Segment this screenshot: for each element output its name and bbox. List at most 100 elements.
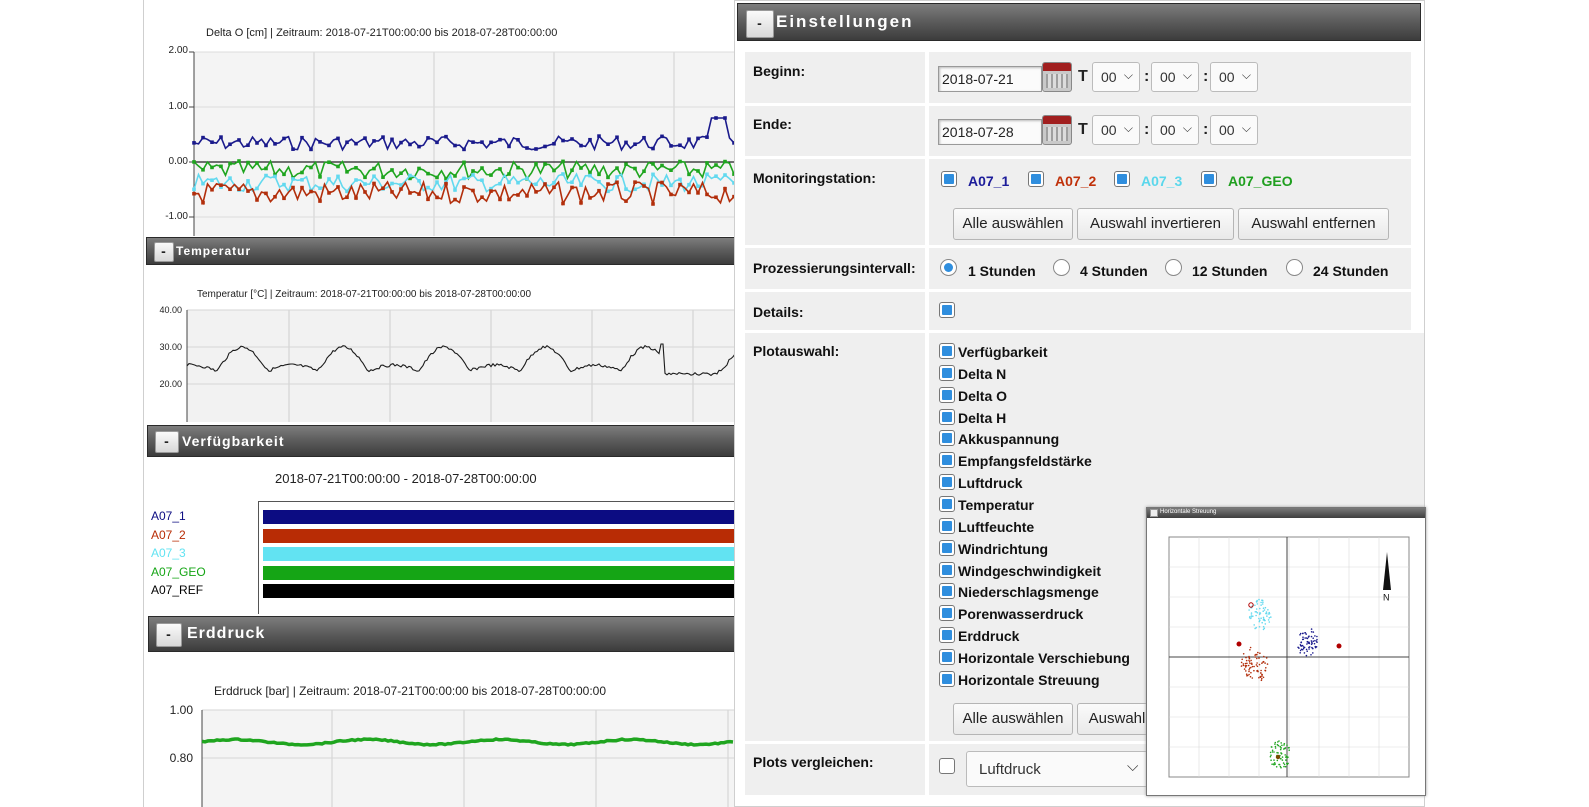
beginn-hour-select[interactable]: 00 ⌵ xyxy=(1092,62,1140,92)
plot-checkbox[interactable] xyxy=(939,648,955,665)
details-checkbox[interactable] xyxy=(939,302,955,318)
plot-checkbox[interactable] xyxy=(939,386,955,403)
data-point xyxy=(255,198,259,202)
temperatur-collapse-button[interactable]: - xyxy=(154,242,174,262)
data-point xyxy=(615,135,619,140)
intervall-radio-24[interactable] xyxy=(1286,259,1303,276)
clear-stations-button[interactable]: Auswahl entfernen xyxy=(1238,208,1389,240)
scatter-point xyxy=(1270,616,1272,618)
plot-checkbox[interactable] xyxy=(939,583,955,600)
plot-checkbox[interactable] xyxy=(939,408,955,425)
data-point xyxy=(624,162,628,167)
data-point xyxy=(417,192,421,196)
row-plotauswahl-label-cell xyxy=(745,333,925,741)
data-point xyxy=(480,140,484,144)
scatter-point xyxy=(1310,654,1312,656)
data-point xyxy=(678,177,682,182)
scatter-point xyxy=(1276,751,1278,754)
plot-checkbox[interactable] xyxy=(939,670,955,687)
data-point xyxy=(201,135,205,140)
plot-checkbox[interactable] xyxy=(939,364,955,381)
data-point xyxy=(687,182,691,187)
data-point xyxy=(309,189,313,194)
availability-bar xyxy=(263,584,735,598)
outlier-point xyxy=(1336,643,1342,649)
data-point xyxy=(219,164,223,169)
station-checkbox-a07-2[interactable] xyxy=(1028,171,1044,187)
vergleichen-select[interactable]: Luftdruck ⌵ xyxy=(966,751,1150,787)
beginn-minute-select[interactable]: 00 ⌵ xyxy=(1151,62,1199,92)
temperatur-panel-header[interactable]: - Temperatur xyxy=(146,237,735,265)
ende-date-input[interactable] xyxy=(938,119,1042,145)
data-point xyxy=(597,134,601,138)
data-point xyxy=(498,181,502,186)
scatter-point xyxy=(1245,659,1248,662)
vergleichen-checkbox[interactable] xyxy=(939,758,955,774)
plot-checkbox[interactable] xyxy=(939,627,955,644)
invert-stations-button[interactable]: Auswahl invertieren xyxy=(1077,208,1234,240)
data-point xyxy=(723,116,727,120)
data-point xyxy=(372,174,376,179)
data-point xyxy=(579,143,583,148)
intervall-radio-4[interactable] xyxy=(1053,259,1070,276)
station-checkbox-a07-geo[interactable] xyxy=(1201,171,1217,187)
erddruck-collapse-button[interactable]: - xyxy=(156,623,182,647)
beginn-date-input[interactable] xyxy=(938,66,1042,92)
data-point xyxy=(678,182,682,187)
data-point xyxy=(300,135,304,140)
beginn-second-select[interactable]: 00 ⌵ xyxy=(1210,62,1258,92)
data-point xyxy=(714,163,718,167)
plot-item-label: Temperatur xyxy=(958,496,1034,513)
scatter-point xyxy=(1265,657,1268,659)
data-point xyxy=(471,173,475,177)
scatter-point xyxy=(1253,665,1255,668)
erddruck-panel-header[interactable]: - Erddruck xyxy=(148,616,735,652)
plot-checkbox[interactable] xyxy=(939,539,955,556)
data-point xyxy=(219,135,223,139)
streuung-collapse-button[interactable] xyxy=(1150,509,1158,517)
plot-checkbox[interactable] xyxy=(939,430,955,447)
availability-bar xyxy=(263,565,735,580)
data-point xyxy=(705,161,709,165)
plot-checkbox[interactable] xyxy=(939,452,955,469)
beginn-calendar-icon[interactable] xyxy=(1042,62,1072,92)
streuung-popup-header[interactable]: Horizontale Streuung xyxy=(1147,508,1425,518)
data-point xyxy=(534,147,538,151)
plot-item-label: Luftdruck xyxy=(958,475,1023,492)
plot-checkbox[interactable] xyxy=(939,343,955,359)
scatter-point xyxy=(1304,637,1306,639)
settings-panel-header[interactable]: - Einstellungen xyxy=(737,3,1421,41)
data-point xyxy=(687,190,691,195)
scatter-point xyxy=(1286,744,1288,746)
ende-minute-select[interactable]: 00 ⌵ xyxy=(1151,115,1199,145)
availability-station-label: A07_3 xyxy=(151,546,186,560)
ende-second-select[interactable]: 00 ⌵ xyxy=(1210,115,1258,145)
data-point xyxy=(210,165,214,170)
plot-checkbox[interactable] xyxy=(939,474,955,491)
data-point xyxy=(264,143,268,148)
settings-collapse-button[interactable]: - xyxy=(746,10,774,38)
intervall-radio-1[interactable] xyxy=(940,259,957,276)
verfuegbarkeit-panel-header[interactable]: - Verfügbarkeit xyxy=(147,425,735,457)
plots-selection-button[interactable]: Auswahl xyxy=(1077,703,1157,735)
scatter-point xyxy=(1248,673,1250,676)
data-point xyxy=(381,135,385,139)
data-point xyxy=(570,185,574,190)
verfuegbarkeit-collapse-button[interactable]: - xyxy=(155,431,179,453)
data-point xyxy=(606,142,610,147)
data-point xyxy=(327,143,331,148)
station-checkbox-a07-1[interactable] xyxy=(941,171,957,187)
ende-hour-select[interactable]: 00 ⌵ xyxy=(1092,115,1140,145)
select-all-plots-button[interactable]: Alle auswählen xyxy=(953,703,1073,735)
data-point xyxy=(579,183,583,187)
plot-checkbox[interactable] xyxy=(939,495,955,512)
data-point xyxy=(678,159,682,164)
intervall-radio-12[interactable] xyxy=(1165,259,1182,276)
plot-checkbox[interactable] xyxy=(939,605,955,622)
ende-calendar-icon[interactable] xyxy=(1042,115,1072,145)
plot-checkbox[interactable] xyxy=(939,517,955,534)
scatter-point xyxy=(1248,657,1251,660)
select-all-stations-button[interactable]: Alle auswählen xyxy=(953,208,1073,240)
station-checkbox-a07-3[interactable] xyxy=(1114,171,1130,187)
plot-checkbox[interactable] xyxy=(939,561,955,578)
